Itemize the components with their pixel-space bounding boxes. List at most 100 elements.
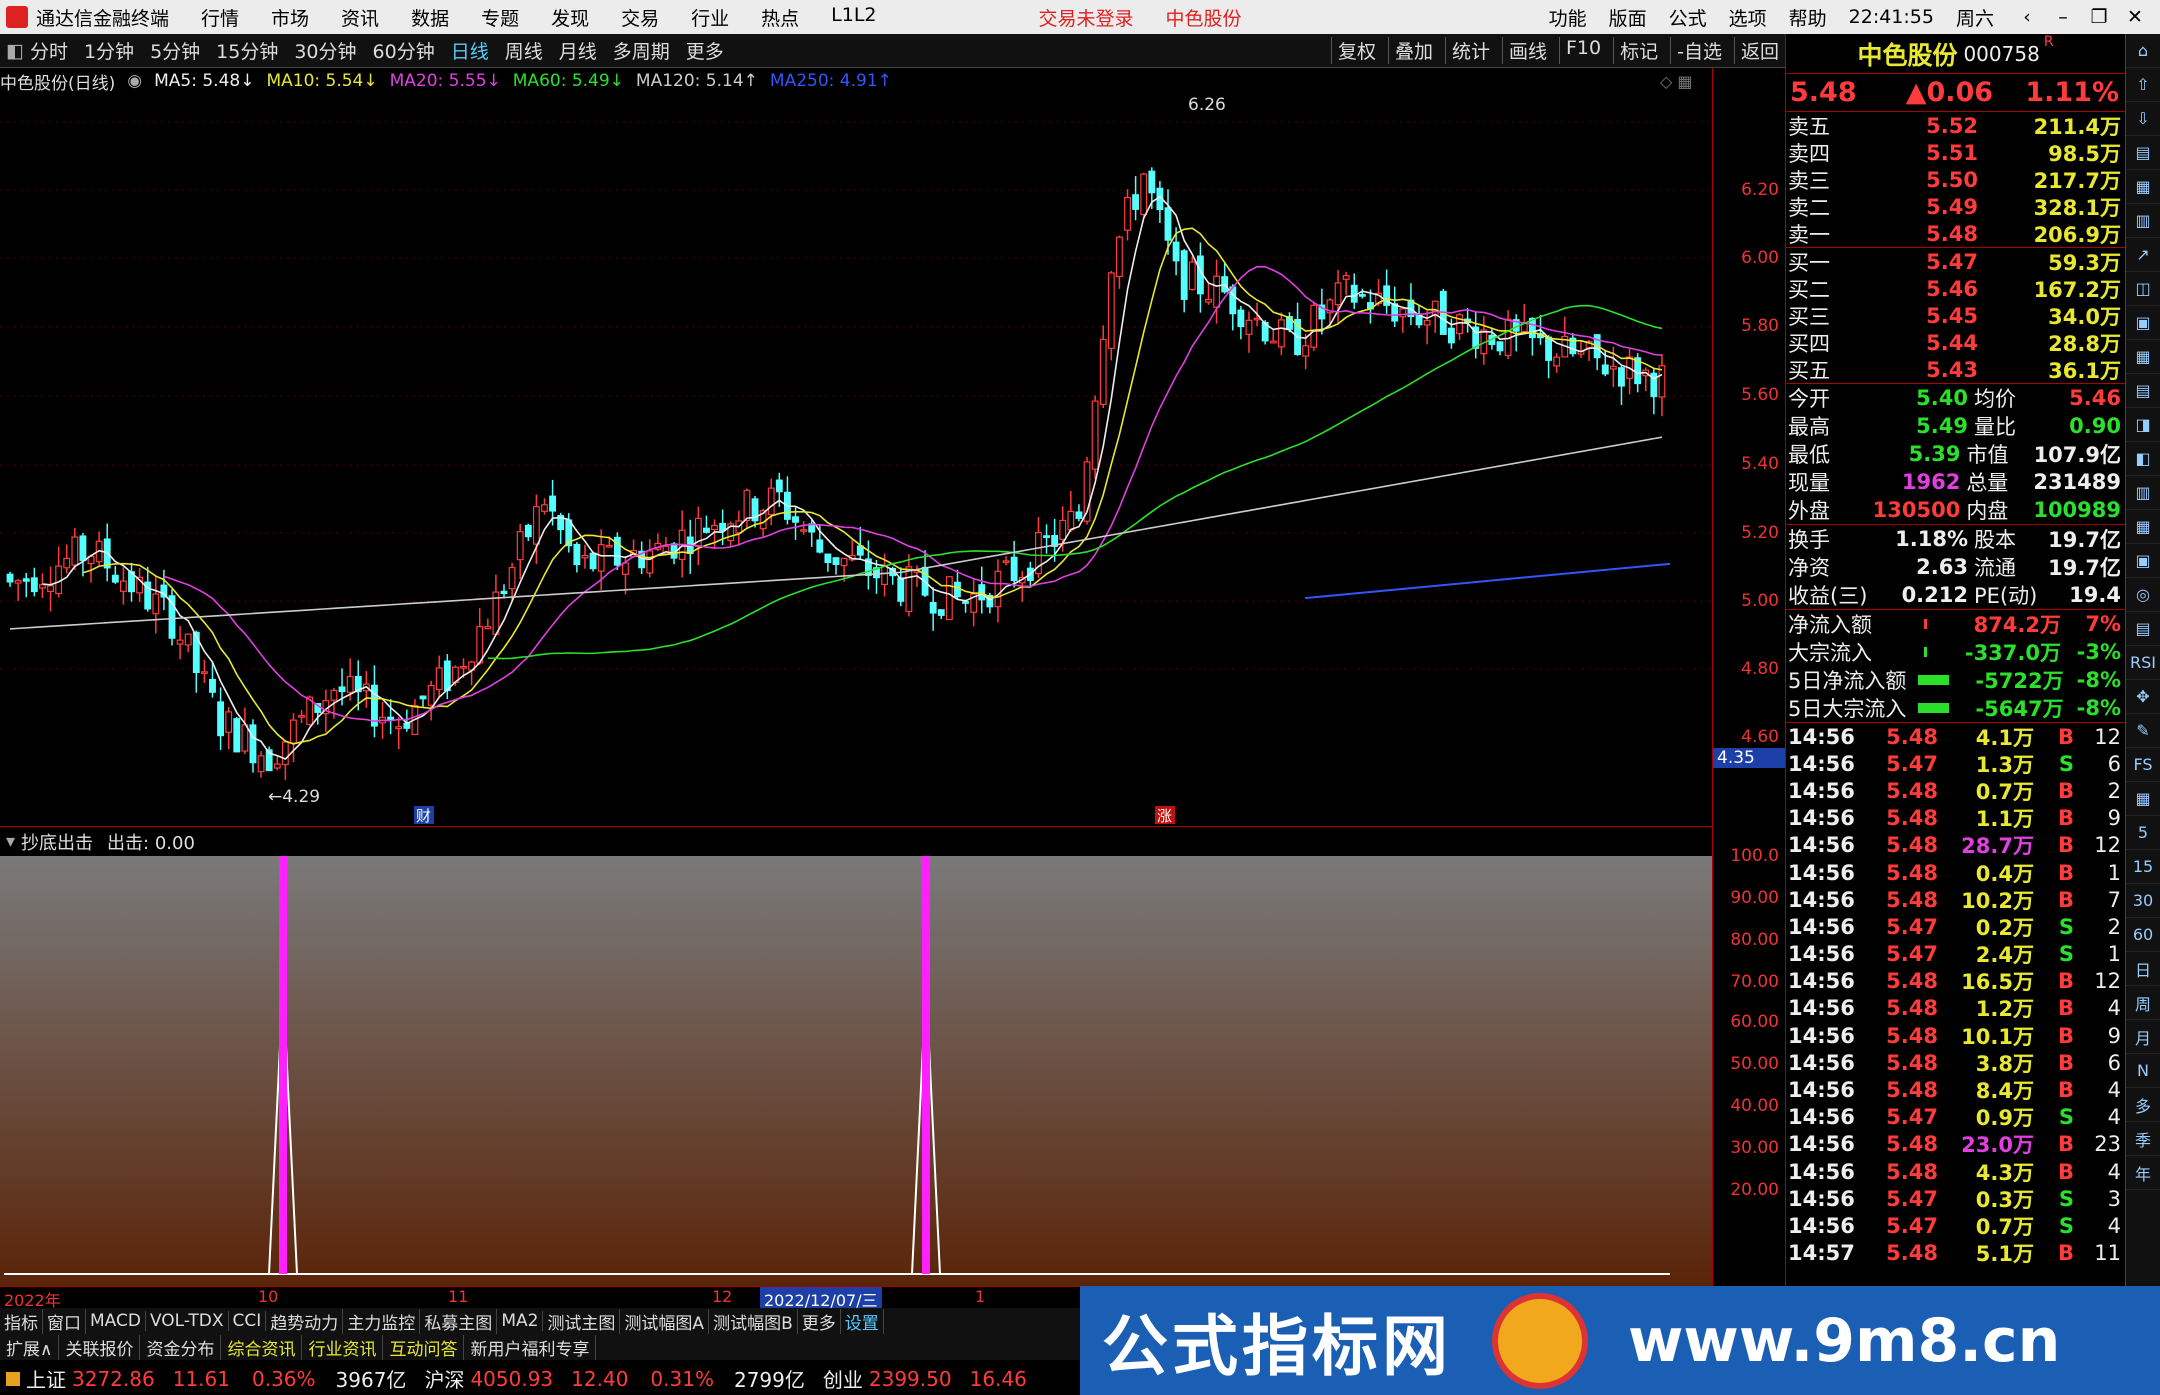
side-tool-icon[interactable]: ▤ xyxy=(2126,136,2160,170)
side-tool-icon[interactable]: ✎ xyxy=(2126,714,2160,748)
right-menu-3[interactable]: 选项 xyxy=(1729,4,1767,31)
side-tool-icon[interactable]: ▤ xyxy=(2126,612,2160,646)
menu-8[interactable]: 热点 xyxy=(761,4,799,31)
toolbar-btn-2[interactable]: 统计 xyxy=(1444,37,1496,64)
side-tool-icon[interactable]: 15 xyxy=(2126,850,2160,884)
asks-row[interactable]: 卖一 5.48 206.9万 xyxy=(1786,220,2125,247)
bids-row[interactable]: 买五 5.43 36.1万 xyxy=(1786,356,2125,383)
side-tool-icon[interactable]: ◨ xyxy=(2126,408,2160,442)
toolbar-btn-4[interactable]: F10 xyxy=(1559,37,1607,64)
side-tool-icon[interactable]: ▤ xyxy=(2126,374,2160,408)
info-tab-1[interactable]: 关联报价 xyxy=(59,1334,141,1360)
side-tool-icon[interactable]: ⇩ xyxy=(2126,102,2160,136)
info-tab-2[interactable]: 资金分布 xyxy=(140,1334,222,1360)
side-tool-icon[interactable]: ▦ xyxy=(2126,782,2160,816)
minimize-icon[interactable]: – xyxy=(2052,6,2074,28)
toolbar-btn-6[interactable]: -自选 xyxy=(1670,37,1728,64)
side-tool-icon[interactable]: ▦ xyxy=(2126,170,2160,204)
indicator-tab-3[interactable]: VOL-TDX xyxy=(146,1311,229,1331)
side-tool-icon[interactable]: ◫ xyxy=(2126,272,2160,306)
tab-period-2[interactable]: 5分钟 xyxy=(150,37,200,64)
asks-row[interactable]: 卖五 5.52 211.4万 xyxy=(1786,112,2125,139)
info-tab-4[interactable]: 行业资讯 xyxy=(302,1334,384,1360)
asks-row[interactable]: 卖四 5.51 98.5万 xyxy=(1786,139,2125,166)
close-icon[interactable]: ✕ xyxy=(2124,6,2146,28)
menu-1[interactable]: 市场 xyxy=(271,4,309,31)
tab-period-4[interactable]: 30分钟 xyxy=(294,37,356,64)
side-tool-icon[interactable]: ▥ xyxy=(2126,204,2160,238)
toolbar-btn-0[interactable]: 复权 xyxy=(1330,37,1382,64)
right-menu-0[interactable]: 功能 xyxy=(1549,4,1587,31)
stock-menu[interactable]: 中色股份 xyxy=(1166,4,1242,31)
info-tab-6[interactable]: 新用户福利专享 xyxy=(464,1334,597,1360)
side-tool-icon[interactable]: ▥ xyxy=(2126,476,2160,510)
indicator-tab-5[interactable]: 趋势动力 xyxy=(266,1308,344,1334)
period-icon[interactable]: 月 xyxy=(2126,1020,2160,1054)
asks-row[interactable]: 卖二 5.49 328.1万 xyxy=(1786,193,2125,220)
indicator-tab-7[interactable]: 私募主图 xyxy=(420,1308,498,1334)
tab-period-8[interactable]: 月线 xyxy=(559,37,597,64)
indicator-tab-6[interactable]: 主力监控 xyxy=(343,1308,421,1334)
menu-5[interactable]: 发现 xyxy=(551,4,589,31)
index-cy-name[interactable]: 创业 xyxy=(823,1364,863,1393)
tab-period-0[interactable]: 分时 xyxy=(30,37,68,64)
tab-period-10[interactable]: 更多 xyxy=(686,37,724,64)
bids-row[interactable]: 买一 5.47 59.3万 xyxy=(1786,248,2125,275)
period-icon[interactable]: 日 xyxy=(2126,952,2160,986)
indicator-tab-8[interactable]: MA2 xyxy=(497,1311,544,1331)
indicator-chart[interactable] xyxy=(0,826,1712,1286)
tab-period-3[interactable]: 15分钟 xyxy=(216,37,278,64)
side-tool-icon[interactable]: ▣ xyxy=(2126,544,2160,578)
tab-period-7[interactable]: 周线 xyxy=(505,37,543,64)
side-tool-icon[interactable]: ↗ xyxy=(2126,238,2160,272)
side-tool-icon[interactable]: ✥ xyxy=(2126,680,2160,714)
period-icon[interactable]: N xyxy=(2126,1054,2160,1088)
candlestick-chart[interactable]: 6.26 ←4.29 财 涨 xyxy=(0,94,1712,826)
toolbar-btn-5[interactable]: 标记 xyxy=(1613,37,1664,64)
tab-period-1[interactable]: 1分钟 xyxy=(84,37,134,64)
toolbar-btn-1[interactable]: 叠加 xyxy=(1387,37,1439,64)
asks-row[interactable]: 卖三 5.50 217.7万 xyxy=(1786,166,2125,193)
indicator-tab-0[interactable]: 指标 xyxy=(0,1308,43,1334)
side-tool-icon[interactable]: ⇧ xyxy=(2126,68,2160,102)
menu-9[interactable]: L1L2 xyxy=(831,4,876,31)
sidebar-toggle-icon[interactable]: ◧ xyxy=(6,40,24,62)
tab-period-6[interactable]: 日线 xyxy=(451,37,489,64)
back-icon[interactable]: ‹ xyxy=(2016,6,2038,28)
indicator-tab-12[interactable]: 更多 xyxy=(798,1308,841,1334)
menu-7[interactable]: 行业 xyxy=(691,4,729,31)
period-icon[interactable]: 周 xyxy=(2126,986,2160,1020)
side-tool-icon[interactable]: 60 xyxy=(2126,918,2160,952)
right-menu-2[interactable]: 公式 xyxy=(1669,4,1707,31)
side-tool-icon[interactable]: ▦ xyxy=(2126,510,2160,544)
info-tab-0[interactable]: 扩展∧ xyxy=(0,1334,60,1360)
side-tool-icon[interactable]: ◧ xyxy=(2126,442,2160,476)
toolbar-btn-7[interactable]: 返回 xyxy=(1733,37,1785,64)
indicator-tab-9[interactable]: 测试主图 xyxy=(543,1308,621,1334)
index-hs-name[interactable]: 沪深 xyxy=(424,1364,464,1393)
right-menu-1[interactable]: 版面 xyxy=(1609,4,1647,31)
side-tool-icon[interactable]: FS xyxy=(2126,748,2160,782)
chart-options-icon[interactable]: ◇ ▦ xyxy=(1660,72,1693,91)
indicator-tab-1[interactable]: 窗口 xyxy=(43,1308,86,1334)
side-tool-icon[interactable]: ⌂ xyxy=(2126,34,2160,68)
bids-row[interactable]: 买四 5.44 28.8万 xyxy=(1786,329,2125,356)
menu-3[interactable]: 数据 xyxy=(411,4,449,31)
toolbar-btn-3[interactable]: 画线 xyxy=(1501,37,1553,64)
tab-period-5[interactable]: 60分钟 xyxy=(373,37,435,64)
bids-row[interactable]: 买三 5.45 34.0万 xyxy=(1786,302,2125,329)
indicator-tab-2[interactable]: MACD xyxy=(86,1311,146,1331)
menu-4[interactable]: 专题 xyxy=(481,4,519,31)
indicator-tab-10[interactable]: 测试幅图A xyxy=(620,1308,710,1334)
period-icon[interactable]: 多 xyxy=(2126,1088,2160,1122)
menu-6[interactable]: 交易 xyxy=(621,4,659,31)
indicator-tab-4[interactable]: CCI xyxy=(229,1311,267,1331)
menu-0[interactable]: 行情 xyxy=(201,4,239,31)
side-tool-icon[interactable]: ◎ xyxy=(2126,578,2160,612)
index-sh-name[interactable]: 上证 xyxy=(26,1364,66,1393)
side-tool-icon[interactable]: ▦ xyxy=(2126,340,2160,374)
ma-toggle-icon[interactable]: ◉ xyxy=(127,71,142,91)
indicator-tab-11[interactable]: 测试幅图B xyxy=(709,1308,798,1334)
info-tab-3[interactable]: 综合资讯 xyxy=(221,1334,303,1360)
restore-icon[interactable]: ❐ xyxy=(2088,6,2110,28)
